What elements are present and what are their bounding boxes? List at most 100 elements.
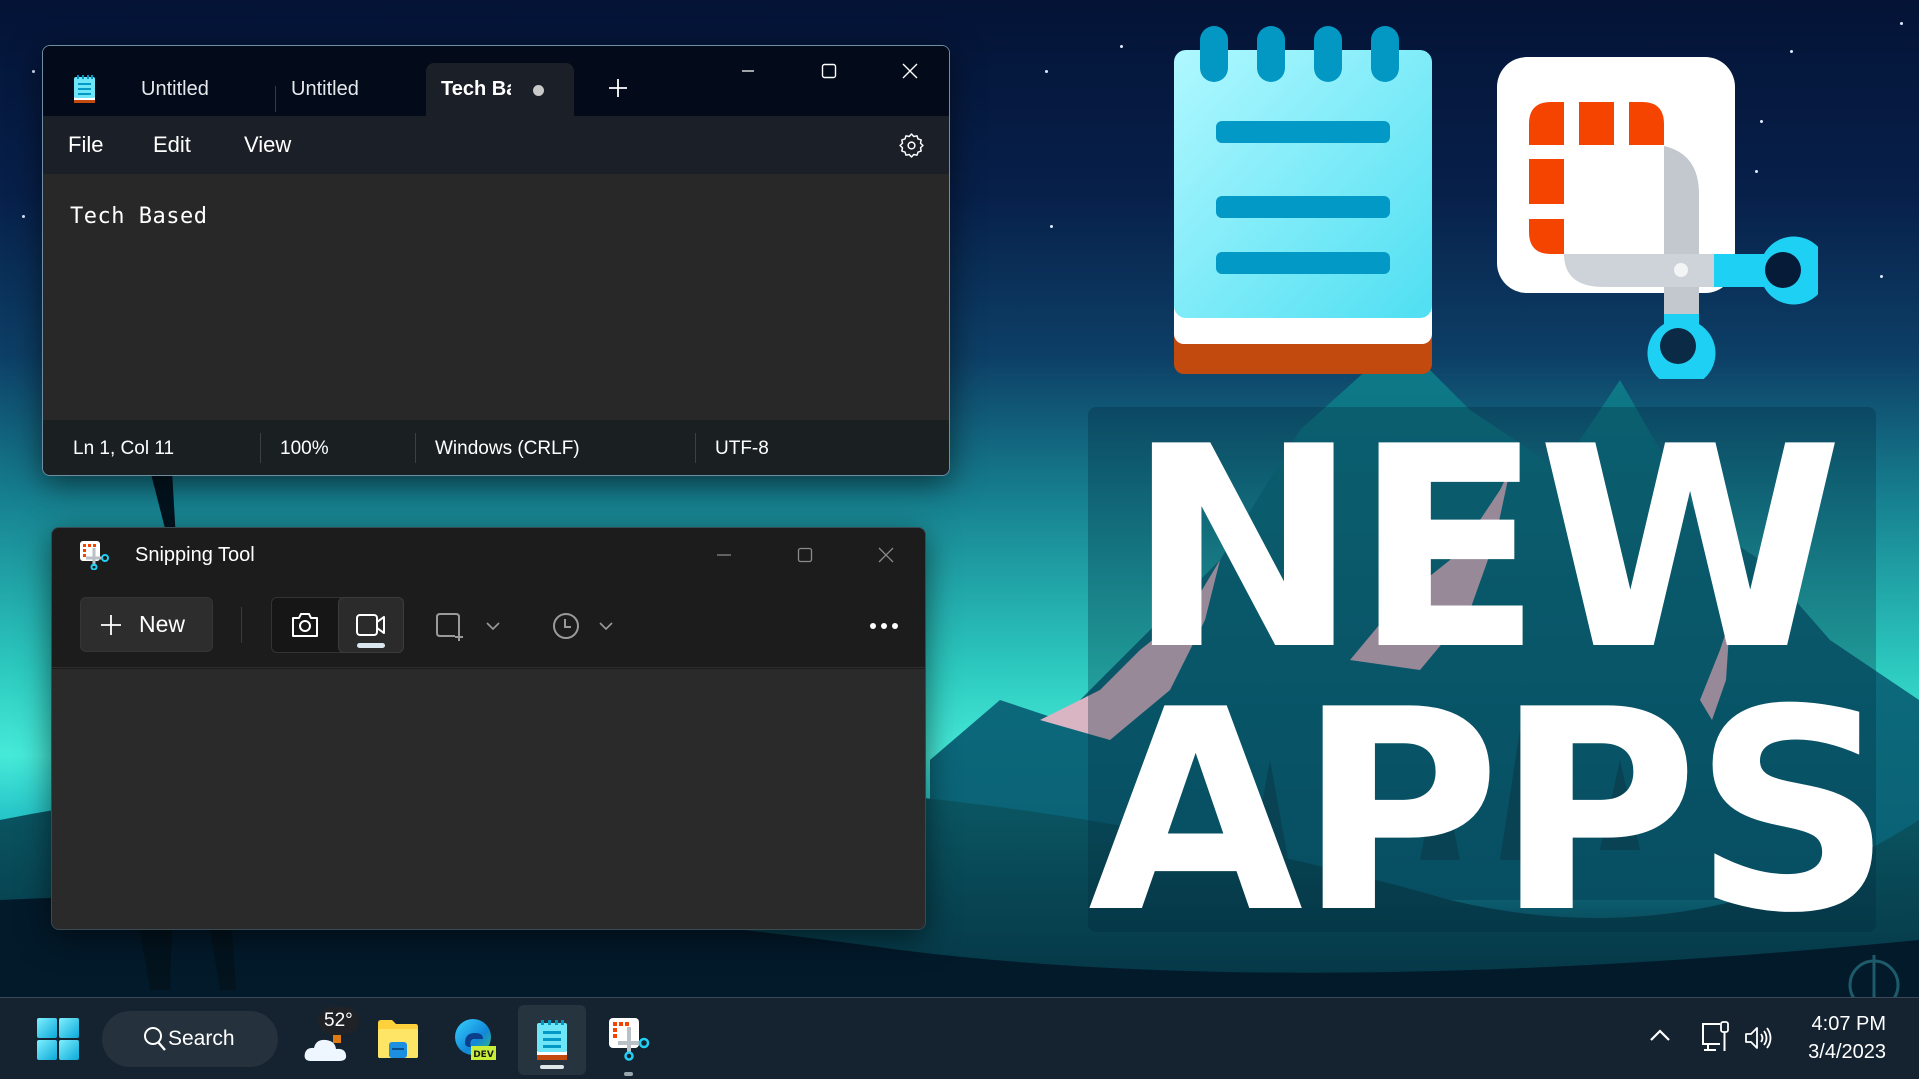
new-snip-button[interactable]: New <box>80 597 213 652</box>
snipping-tool-icon <box>609 1018 650 1061</box>
close-button[interactable] <box>895 56 925 86</box>
notepad-editor[interactable]: Tech Based <box>43 174 949 420</box>
promo-title-line1: NEW <box>1126 387 1843 711</box>
promo-title-line2: APPS <box>1088 650 1893 974</box>
new-tab-button[interactable] <box>605 75 631 101</box>
windows-logo-icon <box>37 1018 79 1060</box>
snipping-tool-icon <box>80 541 109 570</box>
menu-file[interactable]: File <box>68 116 103 174</box>
star <box>1045 70 1048 73</box>
snipping-tool-window: Snipping Tool New <box>51 527 926 930</box>
status-cursor-position: Ln 1, Col 11 <box>73 437 175 459</box>
weather-widget[interactable]: 52° <box>296 998 359 1079</box>
weather-temperature: 52° <box>318 1007 359 1035</box>
chevron-up-icon[interactable] <box>1648 1027 1672 1043</box>
status-divider <box>695 433 696 463</box>
notepad-hero-icon <box>1174 26 1432 374</box>
clock-icon <box>553 613 579 639</box>
file-explorer-button[interactable] <box>370 998 426 1079</box>
folder-icon <box>378 1020 418 1058</box>
search-label: Search <box>168 1027 235 1050</box>
close-icon <box>878 547 894 563</box>
clock-date: 3/4/2023 <box>1808 1041 1886 1063</box>
minimize-button[interactable] <box>733 56 763 86</box>
minimize-icon <box>717 554 731 556</box>
snipping-toolbar: New <box>52 583 925 668</box>
maximize-button[interactable] <box>814 56 844 86</box>
settings-button[interactable] <box>898 132 925 159</box>
close-icon <box>902 63 918 79</box>
status-divider <box>415 433 416 463</box>
minimize-button[interactable] <box>709 540 739 570</box>
active-app-indicator <box>540 1065 564 1069</box>
start-button[interactable] <box>30 998 86 1079</box>
star <box>32 70 35 73</box>
notepad-window: Untitled Untitled Tech Based File Edit V… <box>42 45 950 476</box>
tab-tech-based[interactable]: Tech Based <box>426 63 574 116</box>
taskbar: Search 52° DEV 4:07 PM 3/4/2023 <box>0 997 1919 1079</box>
screenshot-mode-button[interactable] <box>272 598 338 652</box>
edge-dev-icon: DEV <box>455 1019 496 1060</box>
snipping-tool-hero-icon <box>1497 57 1818 379</box>
speaker-icon[interactable] <box>1744 1025 1774 1051</box>
minimize-icon <box>742 70 754 72</box>
tab-label: Untitled <box>291 78 359 100</box>
status-encoding[interactable]: UTF-8 <box>715 420 769 475</box>
status-line-ending[interactable]: Windows (CRLF) <box>435 420 580 475</box>
taskbar-search[interactable]: Search <box>102 1011 278 1067</box>
notepad-status-bar: Ln 1, Col 11 100% Windows (CRLF) UTF-8 <box>43 420 949 475</box>
search-icon <box>144 1027 166 1051</box>
cloud-icon <box>304 1033 347 1061</box>
snip-canvas-area <box>52 669 925 929</box>
notepad-taskbar-button[interactable] <box>518 1005 586 1075</box>
rectangle-snip-icon <box>436 613 463 641</box>
star <box>1900 22 1903 25</box>
notepad-icon <box>74 75 95 103</box>
status-divider <box>260 433 261 463</box>
more-options-button[interactable] <box>864 609 904 643</box>
notepad-tab-bar: Untitled Untitled Tech Based <box>43 46 949 116</box>
unsaved-dot-icon[interactable] <box>533 85 544 96</box>
running-app-indicator <box>624 1072 633 1076</box>
dev-badge: DEV <box>473 1050 494 1060</box>
record-mode-button[interactable] <box>338 597 404 653</box>
more-icon <box>870 623 898 629</box>
plus-icon <box>101 614 121 635</box>
toolbar-separator <box>241 607 242 643</box>
maximize-icon <box>797 547 813 563</box>
tab-label: Untitled <box>141 78 209 100</box>
clock-time: 4:07 PM <box>1811 1013 1886 1035</box>
capture-mode-toggle <box>271 597 404 653</box>
video-camera-icon <box>356 614 385 636</box>
close-button[interactable] <box>871 540 901 570</box>
tab-untitled-2[interactable]: Untitled <box>291 63 359 116</box>
menu-edit[interactable]: Edit <box>153 116 191 174</box>
star <box>1050 225 1053 228</box>
new-button-label: New <box>139 611 186 637</box>
edge-dev-button[interactable]: DEV <box>447 998 503 1079</box>
snipping-tool-taskbar-button[interactable] <box>600 998 658 1079</box>
tab-untitled-1[interactable]: Untitled <box>141 63 209 116</box>
ethernet-icon[interactable] <box>1700 1020 1730 1054</box>
chevron-down-icon <box>486 622 500 631</box>
window-title: Snipping Tool <box>135 544 255 566</box>
camera-icon <box>292 613 318 637</box>
gear-icon <box>899 133 924 158</box>
snip-shape-dropdown[interactable] <box>428 609 508 643</box>
star <box>1120 45 1123 48</box>
maximize-button[interactable] <box>790 540 820 570</box>
star <box>1790 50 1793 53</box>
notepad-menu-bar: File Edit View <box>43 116 949 174</box>
chevron-down-icon <box>599 622 613 631</box>
editor-text[interactable]: Tech Based <box>70 204 207 229</box>
selected-mode-indicator <box>357 643 385 648</box>
notepad-icon <box>537 1020 567 1060</box>
tab-label: Tech Based <box>441 78 511 100</box>
system-clock[interactable]: 4:07 PM 3/4/2023 <box>1808 1010 1886 1066</box>
maximize-icon <box>821 63 837 79</box>
snipping-tool-title-bar: Snipping Tool <box>52 528 925 583</box>
menu-view[interactable]: View <box>244 116 291 174</box>
status-zoom[interactable]: 100% <box>280 420 329 475</box>
star <box>22 215 25 218</box>
delay-dropdown[interactable] <box>543 609 623 643</box>
